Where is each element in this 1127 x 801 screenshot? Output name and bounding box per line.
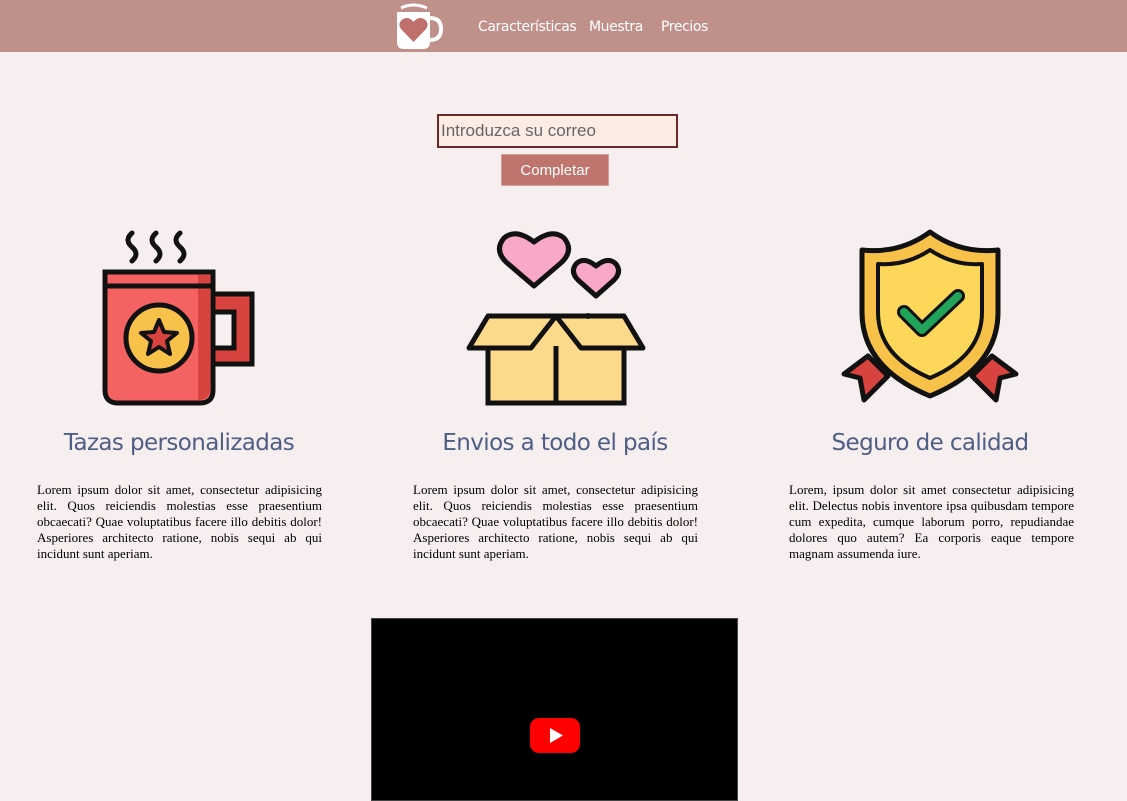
- shield-check-icon: [841, 229, 1019, 403]
- complete-button[interactable]: Completar: [501, 154, 609, 186]
- mug-heart-logo-icon[interactable]: [393, 2, 443, 50]
- feature-text-tazas: Lorem ipsum dolor sit amet, consectetur …: [37, 482, 322, 561]
- nav-link-muestra[interactable]: Muestra: [589, 0, 643, 52]
- feature-title-envios: Envios a todo el país: [442, 430, 668, 456]
- mug-star-icon: [102, 230, 255, 406]
- feature-title-seguro: Seguro de calidad: [831, 430, 1030, 456]
- gift-box-hearts-icon: [466, 231, 646, 406]
- nav-link-precios[interactable]: Precios: [661, 0, 708, 52]
- youtube-play-icon[interactable]: [530, 718, 580, 753]
- video-embed[interactable]: [371, 618, 738, 801]
- top-navbar: Características Muestra Precios: [0, 0, 1127, 52]
- feature-text-seguro: Lorem, ipsum dolor sit amet consectetur …: [789, 482, 1074, 561]
- feature-text-envios: Lorem ipsum dolor sit amet, consectetur …: [413, 482, 698, 561]
- nav-link-caracteristicas[interactable]: Características: [478, 0, 577, 52]
- email-input[interactable]: [437, 114, 678, 148]
- feature-title-tazas: Tazas personalizadas: [63, 430, 295, 456]
